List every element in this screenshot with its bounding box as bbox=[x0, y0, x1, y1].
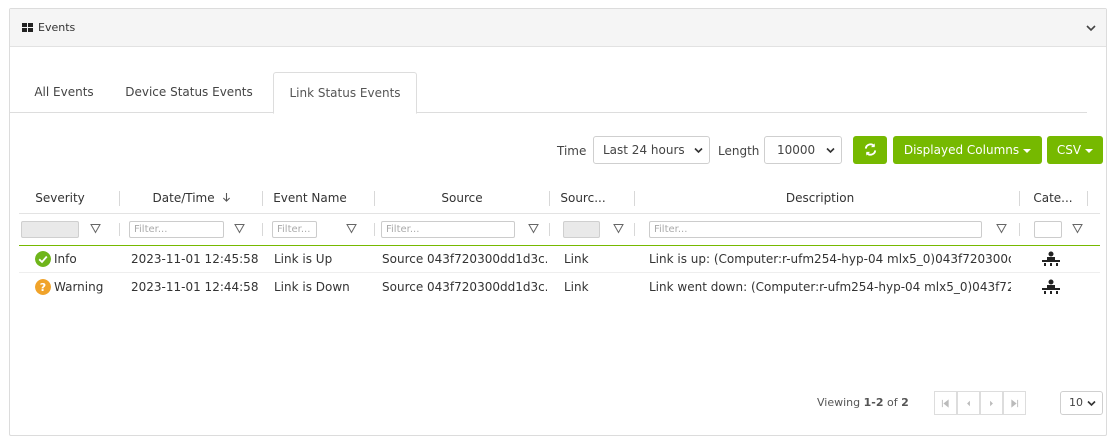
hardware-icon bbox=[1042, 279, 1060, 294]
filter-icon[interactable] bbox=[613, 223, 624, 234]
svg-text:?: ? bbox=[40, 281, 46, 294]
panel-header[interactable]: Events bbox=[10, 9, 1106, 47]
last-page-icon bbox=[1011, 399, 1019, 408]
viewing-text: Viewing 1-2 of 2 bbox=[817, 396, 909, 409]
time-label: Time bbox=[557, 144, 587, 158]
chevron-down-icon bbox=[1087, 400, 1096, 407]
caret-down-icon bbox=[1023, 148, 1032, 153]
filter-placeholder: Filter... bbox=[277, 224, 311, 235]
event-name-filter[interactable]: Filter... bbox=[272, 221, 317, 238]
severity-text: Info bbox=[54, 252, 77, 266]
filter-icon[interactable] bbox=[996, 223, 1007, 234]
source-filter[interactable]: Filter... bbox=[381, 221, 515, 238]
first-page-icon bbox=[941, 399, 949, 408]
pagination: Viewing 1-2 of 2 10 bbox=[800, 391, 1105, 415]
csv-export-button[interactable]: CSV bbox=[1047, 136, 1103, 164]
next-page-icon bbox=[990, 400, 993, 407]
source-type-cell: Link bbox=[564, 280, 589, 294]
sort-down-icon bbox=[223, 193, 231, 202]
col-severity[interactable]: Severity bbox=[19, 182, 101, 214]
displayed-columns-button[interactable]: Displayed Columns bbox=[893, 136, 1042, 164]
category-filter[interactable] bbox=[1034, 221, 1062, 238]
grid-icon bbox=[22, 22, 33, 33]
check-circle-icon bbox=[35, 251, 51, 267]
row-divider bbox=[19, 272, 1100, 273]
prev-page-icon bbox=[967, 400, 970, 407]
source-type-filter[interactable] bbox=[563, 221, 600, 238]
question-circle-icon: ? bbox=[35, 279, 51, 295]
datetime-cell: 2023-11-01 12:44:58 bbox=[131, 280, 259, 294]
table-header: Severity Date/Time Event Name Source Sou… bbox=[19, 182, 1100, 214]
last-page-button[interactable] bbox=[1003, 391, 1026, 415]
tab-device-status-events[interactable]: Device Status Events bbox=[116, 72, 262, 113]
length-select[interactable]: 10000 bbox=[764, 136, 842, 164]
severity-filter[interactable] bbox=[21, 221, 79, 238]
col-source[interactable]: Source bbox=[378, 182, 546, 214]
displayed-columns-label: Displayed Columns bbox=[903, 143, 1020, 157]
length-value: 10000 bbox=[777, 143, 816, 157]
filter-icon[interactable] bbox=[528, 223, 539, 234]
col-description[interactable]: Description bbox=[638, 182, 1002, 214]
description-cell: Link is up: (Computer:r-ufm254-hyp-04 ml… bbox=[649, 252, 1011, 266]
viewing-total: 2 bbox=[901, 396, 909, 409]
datetime-cell: 2023-11-01 12:45:58 bbox=[131, 252, 259, 266]
severity-text: Warning bbox=[54, 280, 104, 294]
page-size-value: 10 bbox=[1069, 396, 1083, 409]
refresh-button[interactable] bbox=[853, 136, 887, 164]
viewing-of: of bbox=[887, 396, 898, 409]
prev-page-button[interactable] bbox=[957, 391, 980, 415]
table-row[interactable]: Info 2023-11-01 12:45:58 Link is Up Sour… bbox=[19, 248, 1100, 271]
col-source-type[interactable]: Sourc... bbox=[553, 182, 613, 214]
col-datetime[interactable]: Date/Time bbox=[123, 182, 261, 214]
chevron-down-icon bbox=[694, 147, 703, 154]
col-category[interactable]: Cate... bbox=[1023, 182, 1083, 214]
source-cell: Source 043f720300dd1d3c... bbox=[382, 252, 547, 266]
chevron-down-icon bbox=[826, 147, 835, 154]
event-name-cell: Link is Down bbox=[274, 280, 350, 294]
time-range-select[interactable]: Last 24 hours bbox=[593, 136, 710, 164]
page-size-select[interactable]: 10 bbox=[1060, 391, 1103, 415]
viewing-range: 1-2 bbox=[863, 396, 884, 409]
description-filter[interactable]: Filter... bbox=[649, 221, 982, 238]
tab-all-events[interactable]: All Events bbox=[26, 72, 102, 113]
tab-bar: All Events Device Status Events Link Sta… bbox=[10, 72, 1087, 114]
filter-icon[interactable] bbox=[346, 223, 357, 234]
csv-label: CSV bbox=[1056, 143, 1082, 157]
first-page-button[interactable] bbox=[934, 391, 957, 415]
panel-title: Events bbox=[38, 21, 76, 34]
next-page-button[interactable] bbox=[980, 391, 1003, 415]
hardware-icon bbox=[1042, 251, 1060, 266]
tab-link-status-events[interactable]: Link Status Events bbox=[273, 72, 417, 114]
filter-placeholder: Filter... bbox=[654, 224, 688, 235]
viewing-prefix: Viewing bbox=[817, 396, 861, 409]
length-label: Length bbox=[718, 144, 760, 158]
filter-row: Filter... Filter... Filter... Filter... bbox=[19, 218, 1100, 242]
source-type-cell: Link bbox=[564, 252, 589, 266]
refresh-icon bbox=[864, 143, 876, 156]
filter-icon[interactable] bbox=[234, 223, 245, 234]
source-cell: Source 043f720300dd1d3c... bbox=[382, 280, 547, 294]
header-divider bbox=[19, 213, 1100, 214]
col-datetime-label: Date/Time bbox=[152, 191, 215, 205]
filter-icon[interactable] bbox=[1072, 223, 1083, 234]
filter-placeholder: Filter... bbox=[134, 224, 168, 235]
event-name-cell: Link is Up bbox=[274, 252, 333, 266]
col-event-name[interactable]: Event Name bbox=[266, 182, 354, 214]
filter-icon[interactable] bbox=[90, 223, 101, 234]
chevron-down-icon[interactable] bbox=[1084, 21, 1098, 35]
caret-down-icon bbox=[1085, 148, 1094, 153]
filter-placeholder: Filter... bbox=[386, 224, 420, 235]
filter-divider bbox=[19, 245, 1100, 246]
table-toolbar: Time Last 24 hours Length 10000 Displaye… bbox=[0, 136, 1118, 166]
description-cell: Link went down: (Computer:r-ufm254-hyp-0… bbox=[649, 280, 1011, 294]
table-row[interactable]: ? Warning 2023-11-01 12:44:58 Link is Do… bbox=[19, 276, 1100, 299]
time-range-value: Last 24 hours bbox=[603, 143, 685, 157]
datetime-filter[interactable]: Filter... bbox=[129, 221, 224, 238]
